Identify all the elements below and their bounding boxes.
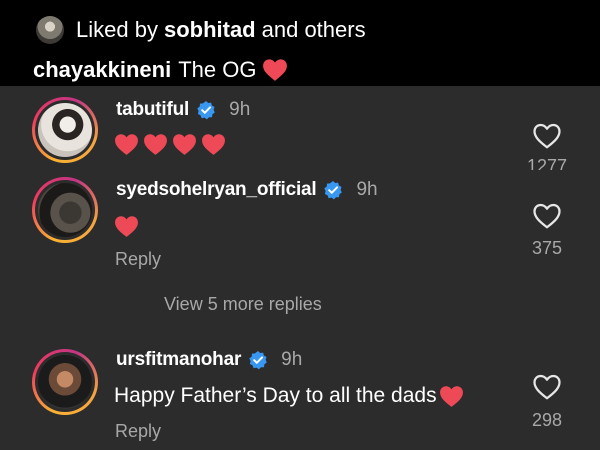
like-count: 1277: [526, 156, 568, 170]
liker-avatar[interactable]: [36, 16, 64, 44]
avatar-photo: [38, 183, 92, 237]
liked-by-row: Liked by sobhitad and others: [36, 15, 366, 45]
liked-by-suffix[interactable]: and others: [262, 17, 366, 43]
comment-time: 9h: [281, 349, 303, 370]
like-count: 298: [531, 410, 563, 430]
red-heart-emoji-icon: [439, 385, 463, 407]
comment-text: [114, 212, 139, 240]
red-heart-emoji-icon: [115, 133, 138, 155]
avatar[interactable]: [32, 349, 98, 415]
liked-by-user[interactable]: sobhitad: [164, 17, 256, 43]
comment-body: Happy Father’s Day to all the dads: [114, 384, 437, 407]
caption-text: The OG: [178, 57, 257, 82]
red-heart-emoji-icon: [202, 133, 225, 155]
comments-panel: tabutiful 9h 1277 syedsohelryan_official…: [0, 86, 600, 450]
red-heart-emoji-icon: [115, 215, 138, 237]
like-heart-icon[interactable]: [532, 202, 562, 230]
comment-username[interactable]: syedsohelryan_official: [116, 179, 317, 201]
view-more-replies-button[interactable]: View 5 more replies: [164, 294, 322, 315]
red-heart-emoji-icon: [173, 133, 196, 155]
verified-badge-icon: [197, 101, 215, 120]
comment-text: [114, 130, 226, 158]
avatar-photo: [38, 355, 92, 409]
avatar[interactable]: [32, 177, 98, 243]
like-heart-icon[interactable]: [532, 122, 562, 150]
avatar-photo: [38, 103, 92, 157]
comments-screen: Liked by sobhitad and others chayakkinen…: [0, 0, 600, 450]
caption-username[interactable]: chayakkineni: [33, 57, 171, 83]
comment-header: ursfitmanohar 9h: [116, 347, 302, 373]
like-heart-icon[interactable]: [532, 373, 562, 401]
caption-row: chayakkineni The OG: [33, 55, 288, 85]
post-header: Liked by sobhitad and others chayakkinen…: [0, 0, 600, 86]
comment-time: 9h: [229, 99, 251, 120]
liked-by-prefix: Liked by: [76, 17, 158, 42]
comment-time: 9h: [356, 179, 378, 200]
comment-username[interactable]: ursfitmanohar: [116, 349, 241, 371]
comment-header: syedsohelryan_official 9h: [116, 177, 378, 203]
reply-button[interactable]: Reply: [115, 249, 161, 270]
red-heart-emoji-icon: [263, 59, 288, 81]
red-heart-emoji-icon: [144, 133, 167, 155]
verified-badge-icon: [324, 181, 343, 200]
comment-text: Happy Father’s Day to all the dads: [114, 382, 464, 410]
comment-username[interactable]: tabutiful: [116, 99, 189, 121]
like-count: 375: [531, 238, 563, 258]
verified-badge-icon: [249, 351, 267, 370]
reply-button[interactable]: Reply: [115, 421, 161, 442]
avatar[interactable]: [32, 97, 98, 163]
comment-header: tabutiful 9h: [116, 97, 250, 123]
